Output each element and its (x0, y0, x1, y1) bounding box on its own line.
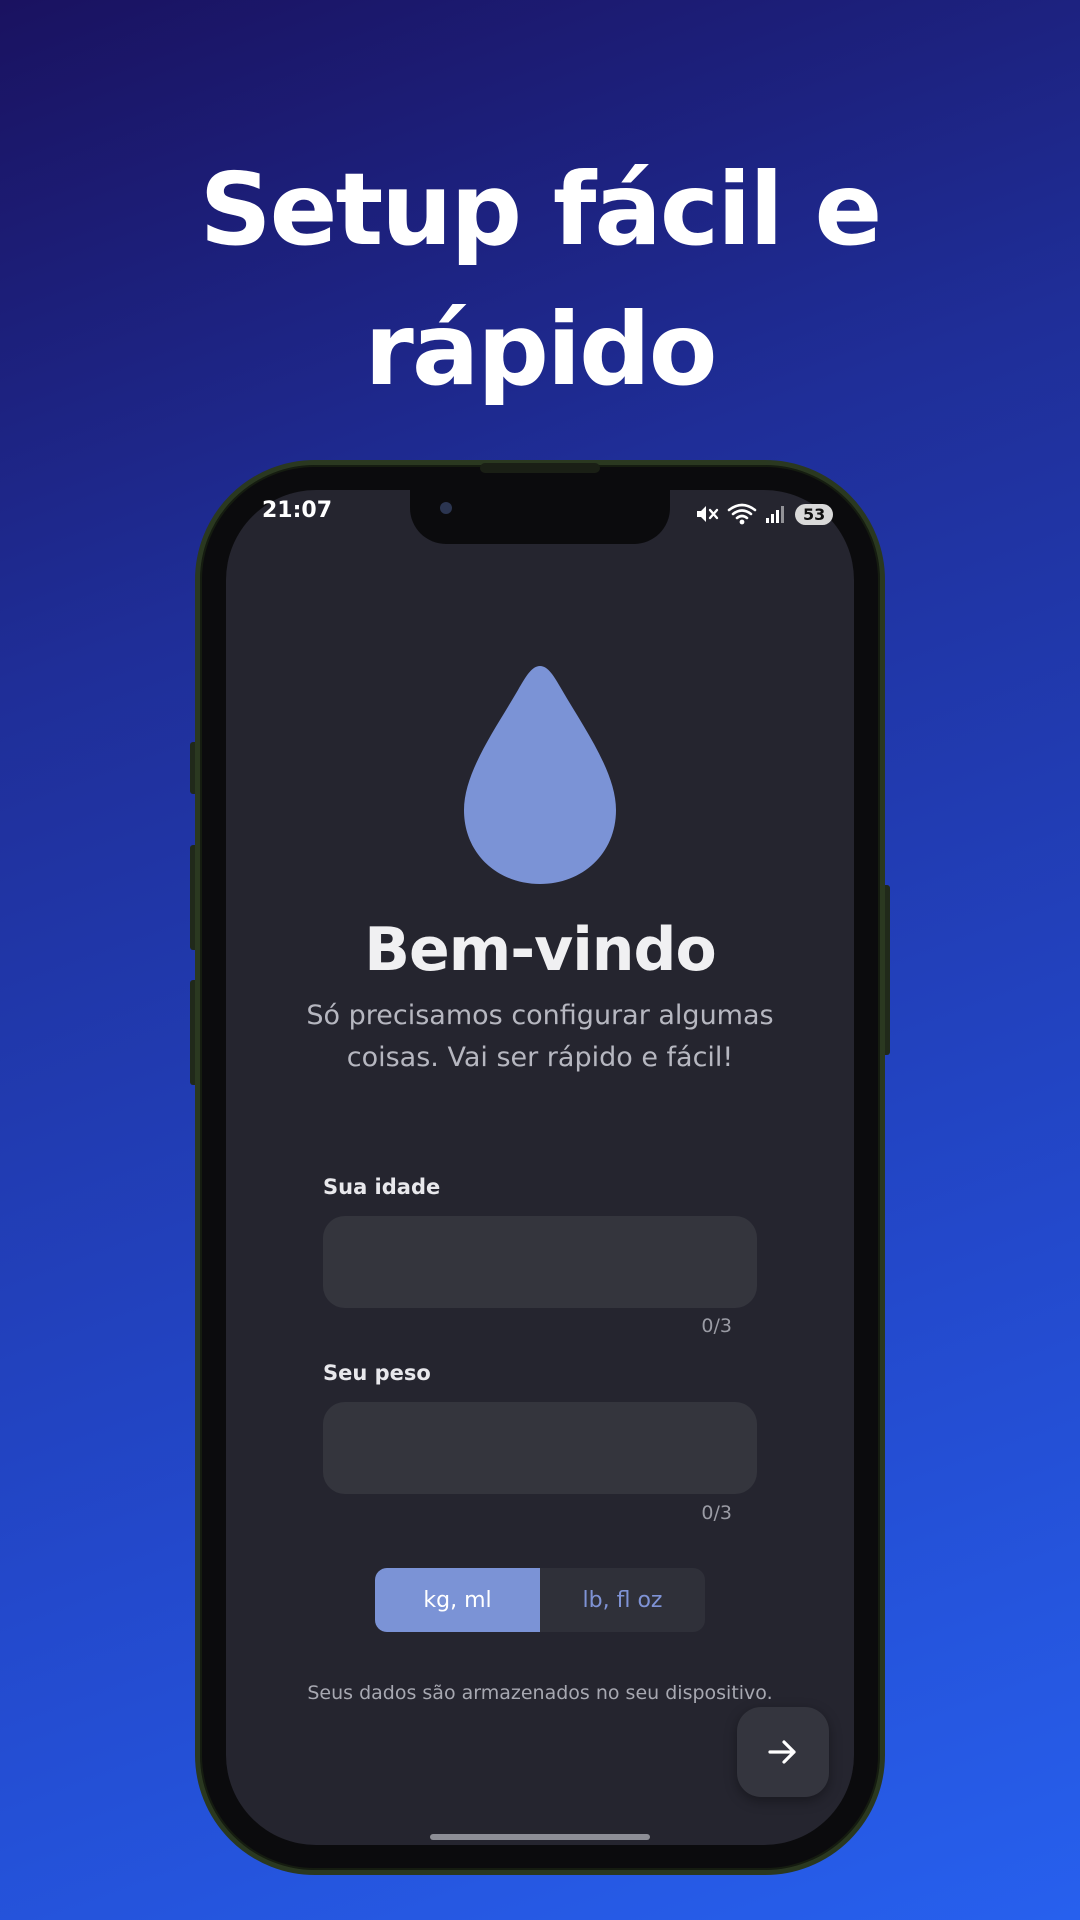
age-char-counter: 0/3 (701, 1315, 732, 1337)
headline-line-1: Setup fácil e (199, 151, 883, 268)
signal-icon (766, 506, 784, 523)
weight-label: Seu peso (323, 1361, 431, 1385)
units-option-metric[interactable]: kg, ml (375, 1568, 540, 1632)
headline-line-2: rápido (364, 291, 718, 408)
units-option-imperial[interactable]: lb, fl oz (540, 1568, 705, 1632)
arrow-right-icon (768, 1740, 796, 1764)
wifi-icon (727, 503, 757, 525)
units-toggle: kg, ml lb, fl oz (375, 1568, 705, 1632)
privacy-note: Seus dados são armazenados no seu dispos… (307, 1682, 773, 1704)
welcome-title: Bem-vindo (364, 915, 716, 985)
status-icons: 53 (695, 498, 834, 530)
battery-indicator: 53 (795, 503, 834, 525)
status-time: 21:07 (262, 498, 333, 523)
next-button[interactable] (737, 1707, 829, 1797)
phone-speaker (480, 463, 600, 473)
age-input[interactable] (323, 1216, 757, 1308)
weight-input[interactable] (323, 1402, 757, 1494)
welcome-subtitle: Só precisamos configurar algumas coisas.… (306, 1000, 774, 1073)
home-indicator[interactable] (430, 1834, 650, 1840)
mute-icon (697, 506, 719, 522)
phone-notch (410, 490, 670, 544)
camera-icon (440, 502, 452, 514)
marketing-headline: Setup fácil e rápido (0, 140, 1080, 420)
water-drop-icon (464, 666, 616, 884)
weight-char-counter: 0/3 (701, 1502, 732, 1524)
age-label: Sua idade (323, 1175, 441, 1199)
